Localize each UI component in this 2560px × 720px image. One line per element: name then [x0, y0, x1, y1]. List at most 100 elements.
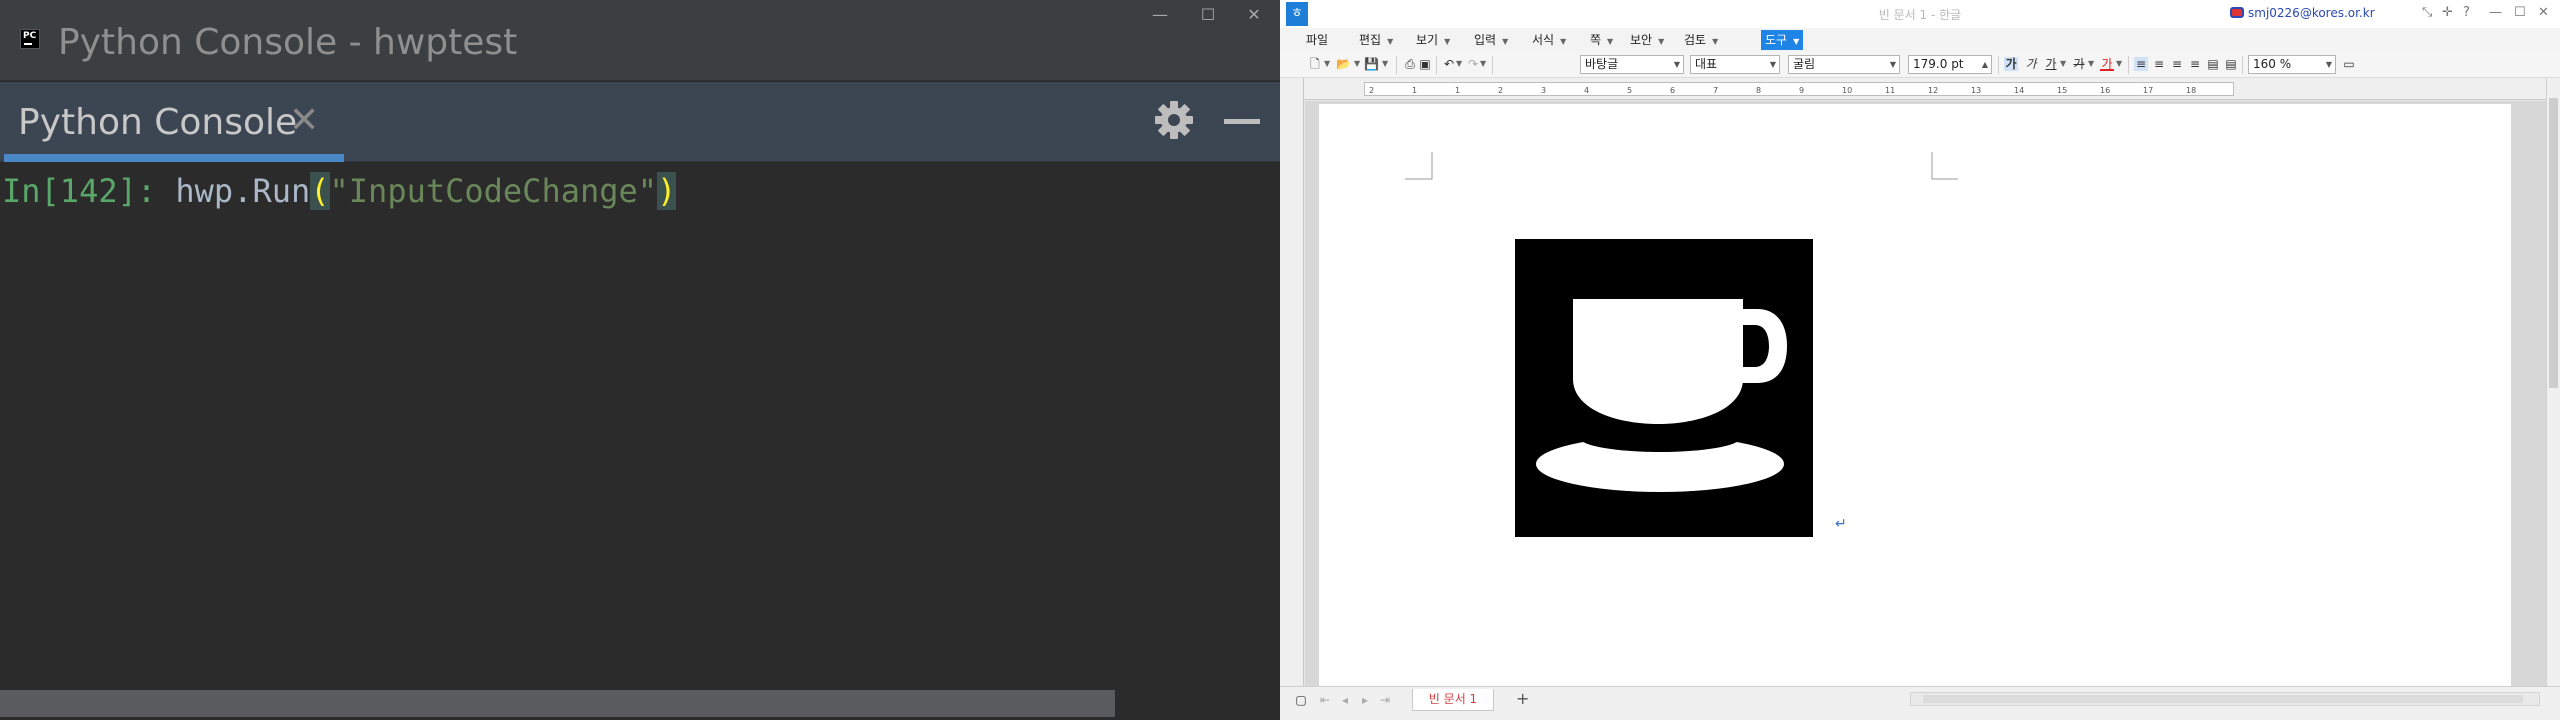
menu-page[interactable]: 쪽 ▼	[1586, 30, 1617, 50]
page-nav-icon[interactable]: ▢	[1294, 693, 1308, 707]
chevron-down-icon: ▼	[1793, 37, 1800, 46]
chevron-down-icon[interactable]: ▼	[2060, 57, 2068, 71]
new-document-icon[interactable]: 🗋	[1308, 57, 1322, 71]
redo-icon[interactable]: ↷	[1466, 57, 1480, 71]
zoom-input[interactable]: 160 % ▼	[2248, 55, 2336, 74]
align-justify-icon[interactable]: ≡	[2134, 57, 2148, 71]
save-icon[interactable]: 💾	[1364, 57, 1379, 71]
user-account[interactable]: smj0226@kores.or.kr	[2230, 6, 2375, 20]
font-size-value: 179.0	[1913, 57, 1948, 71]
console-input-line[interactable]: In[142]: hwp.Run("InputCodeChange")	[2, 171, 677, 211]
menu-label: 편집	[1359, 33, 1382, 47]
hwp-format-toolbar: 🗋 ▼ 📂 ▼ 💾 ▼ ⎙ ▣ ↶ ▼ ↷ ▼ 바탕글 ▼ 대표 ▼ 굴림 ▼ 179…	[1280, 52, 2560, 78]
menu-format[interactable]: 서식 ▼	[1528, 30, 1570, 50]
page-view-icon[interactable]: ▭	[2342, 57, 2356, 71]
move-icon[interactable]: ✛	[2442, 5, 2453, 20]
menu-file[interactable]: 파일	[1302, 30, 1332, 50]
hwp-minimize-button[interactable]: —	[2489, 5, 2502, 20]
document-tab[interactable]: 빈 문서 1	[1412, 689, 1494, 711]
chevron-down-icon[interactable]: ▼	[1382, 57, 1390, 71]
pycharm-logo-icon: PC	[20, 29, 40, 49]
horizontal-scroll-thumb[interactable]	[1923, 695, 2523, 703]
chevron-down-icon[interactable]: ▼	[1324, 57, 1332, 71]
coffee-cup-picture[interactable]	[1515, 239, 1813, 537]
undo-icon[interactable]: ↶	[1442, 57, 1456, 71]
document-page[interactable]: ↵	[1319, 104, 2511, 686]
chevron-down-icon[interactable]: ▼	[1354, 57, 1362, 71]
tab-label: Python Console	[18, 102, 298, 143]
bold-button[interactable]: 가	[2004, 57, 2018, 71]
style-select[interactable]: 바탕글 ▼	[1580, 55, 1684, 74]
language-select[interactable]: 대표 ▼	[1690, 55, 1780, 74]
python-console-window: PC Python Console - hwptest — ☐ ✕ Python…	[0, 0, 1280, 720]
vertical-ruler[interactable]	[1280, 78, 1304, 686]
hwp-title-bar[interactable]: ㅎ 빈 문서 1 - 한글 smj0226@kores.or.kr ⤡ ✛ ? …	[1280, 0, 2560, 28]
ruler-number: 15	[2057, 86, 2068, 95]
add-tab-button[interactable]: +	[1516, 689, 1529, 708]
ruler-number: 11	[1885, 86, 1896, 95]
open-folder-icon[interactable]: 📂	[1336, 57, 1351, 71]
console-close-button[interactable]: ✕	[1240, 4, 1268, 26]
console-horizontal-scrollbar[interactable]	[0, 690, 1115, 717]
hide-panel-icon[interactable]	[1224, 119, 1260, 124]
print-icon[interactable]: ⎙	[1403, 57, 1417, 71]
align-divide-icon[interactable]: ▤	[2224, 57, 2238, 71]
page-canvas[interactable]: ↵	[1305, 101, 2546, 686]
menu-label: 보안	[1630, 33, 1653, 47]
chevron-down-icon: ▼	[2325, 60, 2332, 69]
help-icon[interactable]: ?	[2463, 5, 2470, 20]
tab-python-console[interactable]: Python Console ✕	[4, 82, 344, 162]
vertical-scrollbar[interactable]	[2546, 78, 2560, 686]
underline-button[interactable]: 가	[2044, 57, 2058, 71]
hwp-close-button[interactable]: ✕	[2538, 5, 2549, 20]
ruler-number: 3	[1541, 86, 1547, 95]
restore-layout-icon[interactable]: ⤡	[2422, 5, 2432, 20]
toolbar-divider	[1436, 56, 1437, 74]
menu-review[interactable]: 검토 ▼	[1680, 30, 1722, 50]
chevron-down-icon: ▼	[1444, 37, 1451, 46]
chevron-down-icon[interactable]: ▼	[1456, 57, 1464, 71]
code-call: hwp.Run	[175, 172, 311, 210]
print-preview-icon[interactable]: ▣	[1418, 57, 1432, 71]
ruler-number: 12	[1928, 86, 1939, 95]
hwp-bottom-bar: ▢ ⇤ ◂ ▸ ⇥ 빈 문서 1 +	[1280, 686, 2560, 720]
horizontal-ruler[interactable]: 2 1 1 2 3 4 5 6 7 8 9 10 11 12 13 14 15 16 17 18	[1304, 78, 2546, 100]
chevron-down-icon[interactable]: ▼	[1480, 57, 1488, 71]
chevron-down-icon: ▼	[1502, 37, 1509, 46]
ruler-number: 2	[1369, 86, 1375, 95]
strikethrough-button[interactable]: 가	[2072, 57, 2086, 71]
next-page-icon[interactable]: ▸	[1358, 693, 1372, 707]
prev-page-icon[interactable]: ◂	[1338, 693, 1352, 707]
chevron-down-icon[interactable]: ▼	[2088, 57, 2096, 71]
font-color-button[interactable]: 가	[2100, 57, 2114, 71]
gear-icon[interactable]	[1152, 98, 1196, 142]
align-right-icon[interactable]: ≡	[2188, 57, 2202, 71]
console-maximize-button[interactable]: ☐	[1194, 4, 1222, 26]
menu-view[interactable]: 보기 ▼	[1412, 30, 1454, 50]
console-title-bar[interactable]: PC Python Console - hwptest — ☐ ✕	[0, 0, 1280, 81]
chevron-down-icon[interactable]: ▼	[2116, 57, 2124, 71]
menu-tools[interactable]: 도구 ▼	[1761, 30, 1804, 50]
align-left-icon[interactable]: ≡	[2152, 57, 2166, 71]
font-size-input[interactable]: 179.0 pt ▲	[1908, 55, 1992, 74]
console-output-area[interactable]: In[142]: hwp.Run("InputCodeChange")	[0, 163, 1280, 688]
menu-label: 입력	[1474, 33, 1497, 47]
align-distribute-icon[interactable]: ▤	[2206, 57, 2220, 71]
align-center-icon[interactable]: ≡	[2170, 57, 2184, 71]
menu-insert[interactable]: 입력 ▼	[1470, 30, 1512, 50]
tab-close-icon[interactable]: ✕	[289, 100, 319, 141]
first-page-icon[interactable]: ⇤	[1318, 693, 1332, 707]
italic-button[interactable]: 가	[2024, 57, 2038, 71]
last-page-icon[interactable]: ⇥	[1378, 693, 1392, 707]
horizontal-scrollbar[interactable]	[1910, 692, 2540, 706]
hwp-window: ㅎ 빈 문서 1 - 한글 smj0226@kores.or.kr ⤡ ✛ ? …	[1280, 0, 2560, 720]
hwp-maximize-button[interactable]: ☐	[2514, 5, 2526, 20]
menu-security[interactable]: 보안 ▼	[1626, 30, 1668, 50]
menu-edit[interactable]: 편집 ▼	[1355, 30, 1397, 50]
style-value: 바탕글	[1585, 57, 1619, 71]
ruler-number: 9	[1799, 86, 1805, 95]
console-minimize-button[interactable]: —	[1146, 4, 1174, 26]
font-select[interactable]: 굴림 ▼	[1788, 55, 1900, 74]
vertical-scroll-thumb[interactable]	[2549, 98, 2558, 388]
font-value: 굴림	[1793, 57, 1816, 71]
